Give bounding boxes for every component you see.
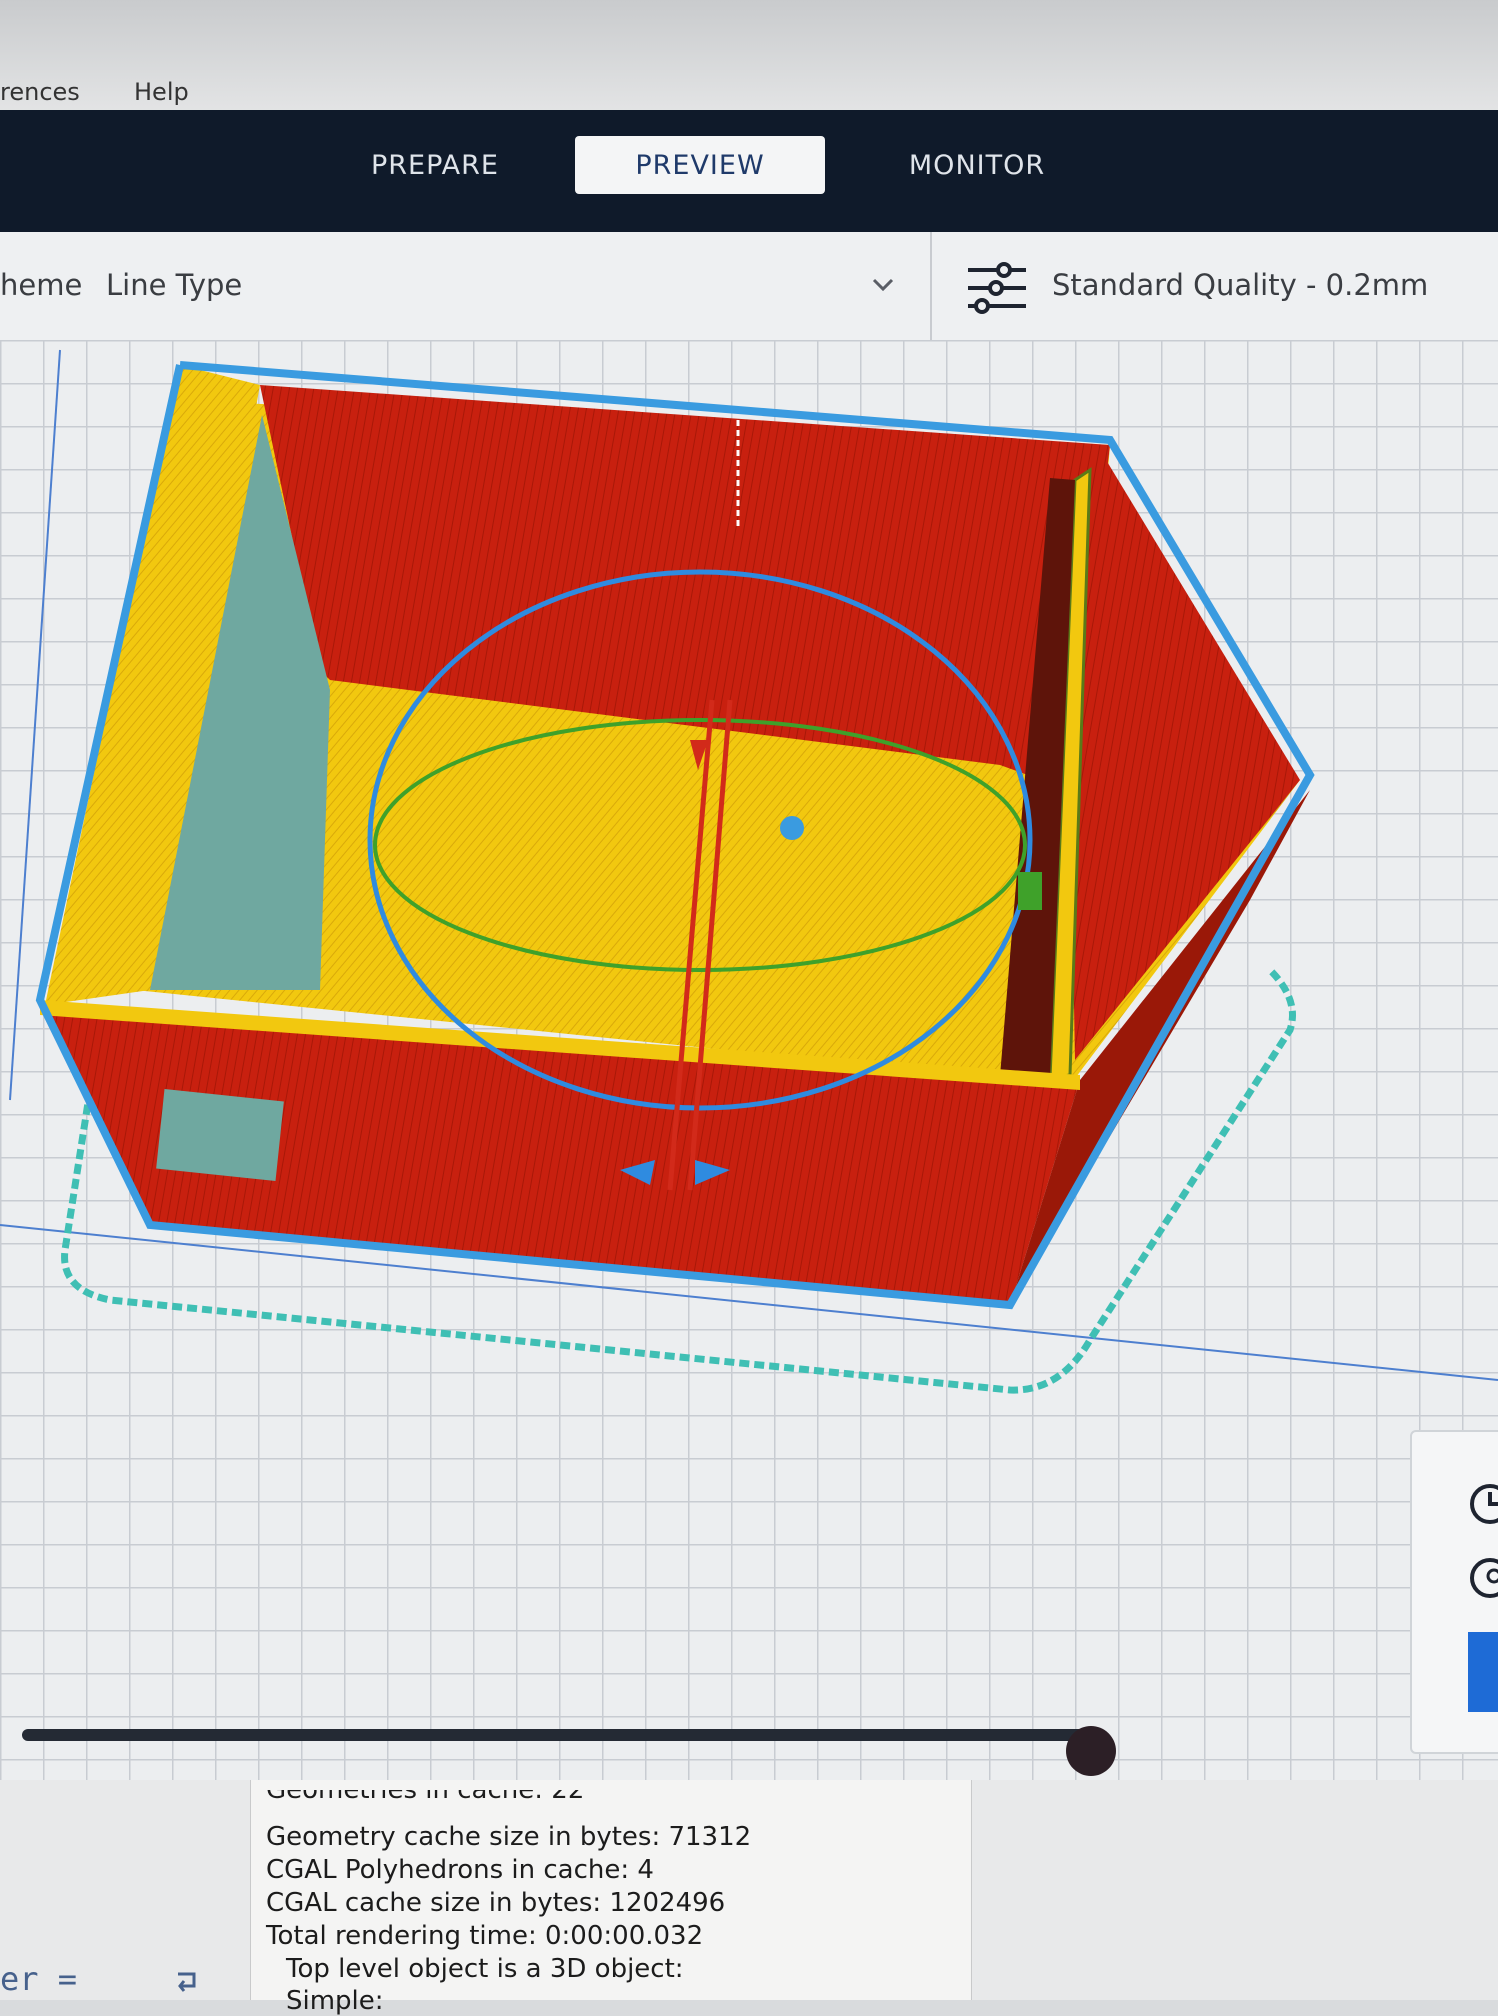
print-info-panel [1410,1430,1498,1754]
print-settings-icon[interactable] [966,260,1028,316]
gizmo-center [780,816,804,840]
save-to-disk-button[interactable] [1468,1632,1498,1712]
color-scheme-select[interactable]: Line Type [106,268,242,302]
menu-preferences[interactable]: rences [0,78,80,106]
layer-slider-handle[interactable] [1066,1726,1116,1776]
stage-bar: PREPARE PREVIEW MONITOR [0,110,1498,232]
3d-viewport[interactable] [0,340,1498,1780]
menu-help[interactable]: Help [134,78,189,106]
tab-monitor[interactable]: MONITOR [852,136,1102,194]
layer-slider-track[interactable] [22,1729,1092,1741]
view-settings-bar: heme Line Type Standard Quality - 0.2mm [0,232,1498,341]
chevron-down-icon[interactable] [870,272,896,298]
sliced-model-preview [0,349,1498,1394]
tab-preview[interactable]: PREVIEW [575,136,825,194]
print-profile-label[interactable]: Standard Quality - 0.2mm [1052,268,1428,302]
settings-divider [930,232,932,340]
rotate-handle-green[interactable] [1018,872,1042,910]
console-line: CGAL cache size in bytes: 1202496 [266,1888,726,1918]
clock-icon [1470,1484,1498,1524]
tab-prepare[interactable]: PREPARE [310,136,560,194]
color-scheme-label: heme [0,268,83,302]
wrap-icon[interactable] [172,1968,200,1996]
console-line: Total rendering time: 0:00:00.032 [266,1921,704,1951]
console-line: Top level object is a 3D object: [286,1954,684,1984]
console-line: CGAL Polyhedrons in cache: 4 [266,1855,654,1885]
console-line: Simple: [286,1986,384,2016]
editor-code-fragment[interactable]: er = [0,1960,77,1998]
menu-bar: rences Help [0,0,1498,112]
filament-spool-icon [1470,1558,1498,1598]
console-line: Geometry cache size in bytes: 71312 [266,1822,752,1852]
front-support [156,1088,284,1182]
console-window [0,1780,1498,2000]
